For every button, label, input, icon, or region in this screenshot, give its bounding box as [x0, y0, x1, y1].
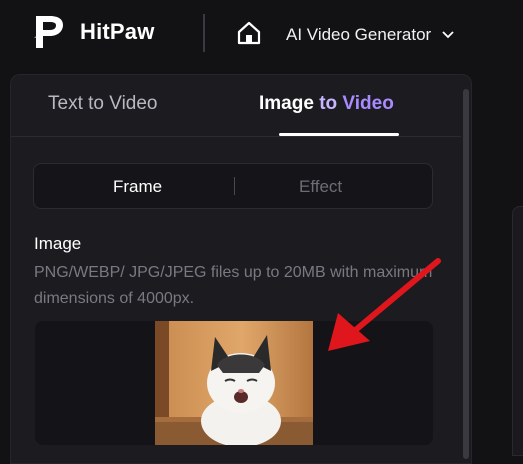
home-icon[interactable]: [236, 20, 262, 46]
header-divider: [203, 14, 205, 52]
panel-scrollbar[interactable]: [463, 89, 469, 459]
tab-text-to-video[interactable]: Text to Video: [48, 93, 158, 115]
segment-effect[interactable]: Effect: [299, 177, 342, 197]
uploaded-image-thumbnail[interactable]: [155, 321, 313, 445]
generator-dropdown[interactable]: AI Video Generator: [286, 22, 455, 48]
image-section-title: Image: [34, 234, 82, 253]
segment-frame[interactable]: Frame: [113, 177, 162, 197]
brand-name: HitPaw: [80, 19, 155, 44]
top-bar: HitPaw AI Video Generator: [0, 0, 523, 72]
mode-tabs: Text to Video Image to Video: [11, 75, 461, 137]
segment-divider: [234, 177, 235, 195]
tab-image-to-video[interactable]: Image to Video: [259, 93, 394, 115]
tab-image-word-3: Video: [342, 93, 394, 114]
right-preview-panel-edge: [512, 206, 523, 456]
tab-image-word-1: Image: [259, 93, 314, 114]
hitpaw-logo-icon[interactable]: [30, 10, 70, 54]
red-annotation-arrow-icon: [328, 258, 441, 351]
generator-label: AI Video Generator: [286, 25, 432, 44]
chevron-down-icon: [442, 31, 454, 39]
tab-image-word-2: to: [319, 93, 338, 114]
tabs-divider: [11, 136, 461, 137]
frame-effect-switch: Frame Effect: [33, 163, 433, 209]
